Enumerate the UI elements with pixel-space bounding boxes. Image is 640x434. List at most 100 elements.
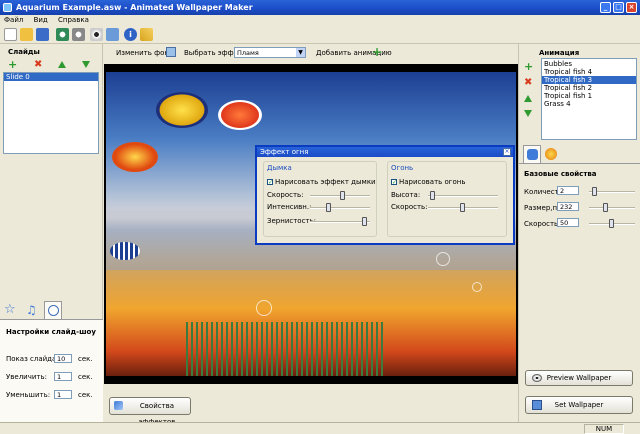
slider-thumb[interactable]	[430, 191, 435, 200]
smoke-speed-slider[interactable]	[310, 191, 370, 200]
menu-help[interactable]: Справка	[58, 16, 89, 24]
fire-height-slider[interactable]	[428, 191, 498, 200]
minimize-button[interactable]: _	[600, 2, 611, 13]
bubble-image[interactable]	[256, 300, 272, 316]
tropical-fish-image[interactable]	[156, 92, 208, 128]
check-icon: ✓	[267, 179, 274, 186]
show-slide-label: Показ слайда:	[6, 355, 59, 363]
chevron-down-icon[interactable]: ▼	[296, 48, 305, 57]
slides-list[interactable]: Slide 0	[3, 72, 99, 154]
show-unit: сек.	[78, 355, 93, 363]
slideshow-title: Настройки слайд-шоу	[6, 328, 96, 336]
count-slider[interactable]	[589, 187, 635, 196]
close-button[interactable]: ×	[626, 2, 637, 13]
open-folder-icon[interactable]	[20, 28, 33, 41]
eye-icon[interactable]	[90, 28, 103, 41]
properties-tab[interactable]	[523, 145, 541, 163]
fire-speed-slider[interactable]	[428, 203, 498, 212]
fire-checkbox[interactable]: ✓ Нарисовать огонь	[391, 178, 465, 186]
fire-group-title: Огонь	[391, 164, 414, 172]
key-icon[interactable]	[140, 28, 153, 41]
animation-down-icon[interactable]	[524, 110, 532, 117]
size-spinner[interactable]: 232	[557, 202, 579, 211]
effect-select-value: Пламя	[237, 49, 259, 57]
slider-thumb[interactable]	[609, 219, 614, 228]
smoke-intensity-slider[interactable]	[310, 203, 370, 212]
effect-select[interactable]: Пламя ▼	[234, 47, 306, 58]
speed-spinner[interactable]: 50	[557, 218, 579, 227]
num-lock-indicator: NUM	[584, 424, 624, 434]
clock-icon	[48, 305, 59, 316]
save-icon[interactable]	[36, 28, 49, 41]
star-tab-icon[interactable]: ☆	[4, 303, 18, 317]
dialog-title: Эффект огня	[257, 147, 513, 157]
effect-properties-button[interactable]: Свойства эффектов	[109, 397, 191, 426]
preview-wallpaper-label: Preview Wallpaper	[546, 374, 612, 382]
tropical-fish-image[interactable]	[218, 100, 262, 130]
smoke-checkbox[interactable]: ✓ Нарисовать эффект дымки	[267, 178, 376, 186]
preview-wallpaper-button[interactable]: Preview Wallpaper	[525, 370, 633, 386]
slides-title: Слайды	[8, 48, 40, 56]
animation-item[interactable]: Grass 4	[542, 100, 636, 108]
count-spinner[interactable]: 2	[557, 186, 579, 195]
music-tab-icon[interactable]: ♫	[26, 303, 40, 317]
decrease-spinner[interactable]: 1	[54, 390, 72, 399]
menu-view[interactable]: Вид	[34, 16, 48, 24]
grass-image[interactable]	[186, 322, 386, 376]
show-slide-spinner[interactable]: 10	[54, 354, 72, 363]
clock-tab[interactable]	[44, 301, 62, 319]
slider-thumb[interactable]	[592, 187, 597, 196]
add-animation-item-icon[interactable]: +	[524, 61, 533, 72]
animation-item[interactable]: Bubbles	[542, 60, 636, 68]
smoke-grain-slider[interactable]	[310, 217, 370, 226]
speed-slider[interactable]	[589, 219, 635, 228]
window-title: Aquarium Example.asw - Animated Wallpape…	[16, 3, 253, 12]
slider-thumb[interactable]	[362, 217, 367, 226]
bubble-image[interactable]	[472, 282, 482, 292]
delete-slide-icon[interactable]: ✖	[34, 60, 43, 70]
basic-props-title: Базовые свойства	[524, 170, 597, 178]
set-wallpaper-button[interactable]: Set Wallpaper	[525, 396, 633, 414]
tropical-fish-image[interactable]	[112, 142, 158, 172]
slider-thumb[interactable]	[603, 203, 608, 212]
settings-icon	[527, 149, 538, 160]
set-wallpaper-label: Set Wallpaper	[554, 401, 604, 409]
tropical-fish-image[interactable]	[110, 242, 140, 260]
move-up-icon[interactable]	[58, 61, 66, 68]
slide-item[interactable]: Slide 0	[4, 73, 98, 81]
increase-spinner[interactable]: 1	[54, 372, 72, 381]
palette-tab-icon[interactable]	[545, 148, 557, 160]
magnet-icon[interactable]	[56, 28, 69, 41]
smoke-speed-label: Скорость:	[267, 191, 304, 199]
animation-item[interactable]: Tropical fish 1	[542, 92, 636, 100]
animation-up-icon[interactable]	[524, 95, 532, 102]
properties-icon[interactable]	[106, 28, 119, 41]
info-icon[interactable]: i	[124, 28, 137, 41]
speed-label: Скорость:	[524, 220, 561, 228]
slider-thumb[interactable]	[340, 191, 345, 200]
smoke-grain-label: Зернистость:	[267, 217, 316, 225]
add-slide-icon[interactable]: +	[8, 59, 17, 70]
menu-file[interactable]: Файл	[4, 16, 23, 24]
change-bg-icon[interactable]	[166, 47, 176, 57]
delete-animation-icon[interactable]: ✖	[524, 78, 532, 88]
animation-item[interactable]: Tropical fish 2	[542, 84, 636, 92]
new-file-icon[interactable]	[4, 28, 17, 41]
maximize-button[interactable]: □	[613, 2, 624, 13]
decrease-unit: сек.	[78, 391, 93, 399]
fire-checkbox-label: Нарисовать огонь	[399, 178, 466, 186]
menu-bar: Файл Вид Справка	[0, 15, 640, 26]
smoke-group-title: Дымка	[267, 164, 292, 172]
animation-item[interactable]: Tropical fish 4	[542, 68, 636, 76]
bubble-image[interactable]	[436, 252, 450, 266]
animation-list[interactable]: Bubbles Tropical fish 4 Tropical fish 3 …	[541, 58, 637, 140]
change-bg-label[interactable]: Изменить фон	[116, 49, 169, 57]
slider-thumb[interactable]	[326, 203, 331, 212]
size-slider[interactable]	[589, 203, 635, 212]
move-down-icon[interactable]	[82, 61, 90, 68]
dialog-close-icon[interactable]: ×	[503, 148, 511, 156]
add-animation-icon[interactable]: +	[372, 45, 382, 59]
animation-item-selected[interactable]: Tropical fish 3	[542, 76, 636, 84]
magnet-off-icon[interactable]	[72, 28, 85, 41]
slider-thumb[interactable]	[460, 203, 465, 212]
